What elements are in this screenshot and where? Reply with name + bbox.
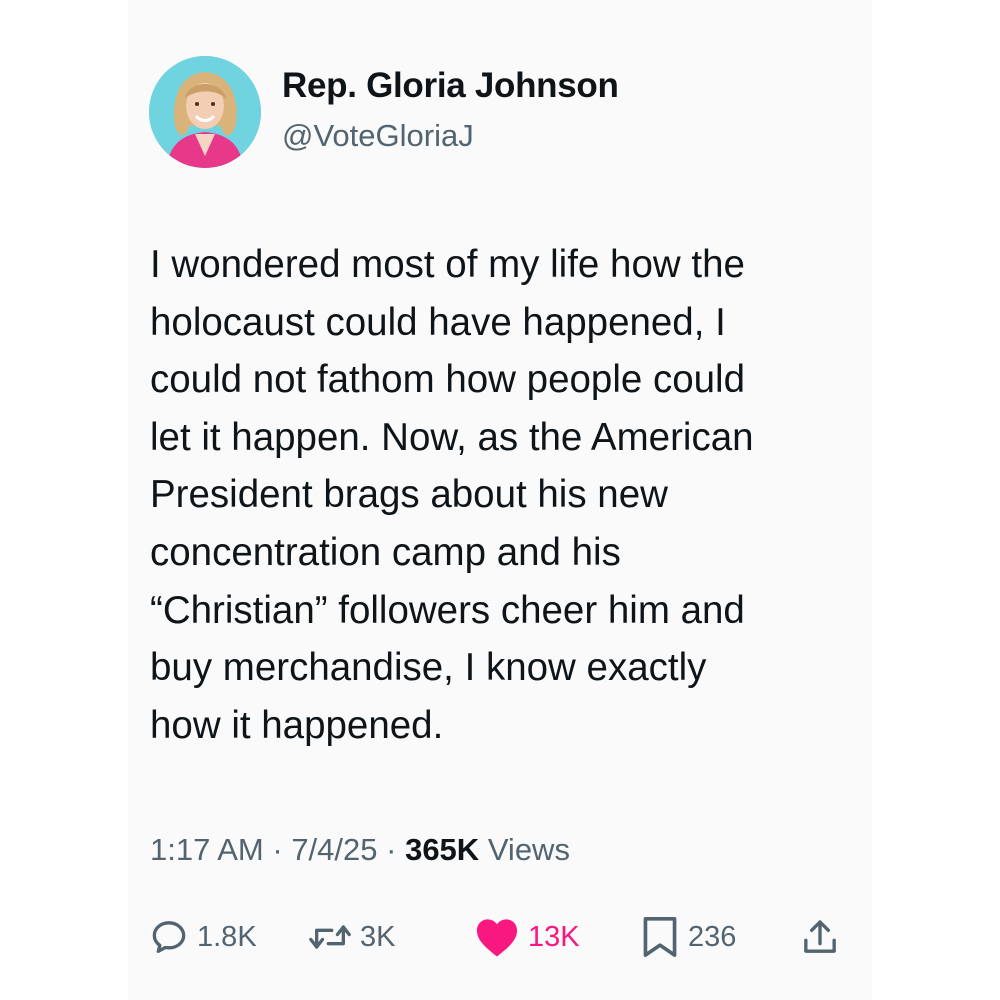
retweet-button[interactable]: 3K [308, 912, 395, 962]
retweet-count: 3K [360, 920, 396, 953]
reply-button[interactable]: 1.8K [149, 912, 257, 962]
meta-separator: · [386, 832, 406, 867]
user-handle[interactable]: @VoteGloriaJ [282, 118, 474, 154]
like-button[interactable]: 13K [474, 912, 580, 962]
views-label: Views [487, 832, 570, 867]
action-bar: 1.8K 3K 13K 236 [0, 912, 1000, 962]
reply-count: 1.8K [197, 920, 257, 953]
tweet-text-line: how it happened. [150, 703, 444, 747]
tweet-text-line: buy merchandise, I know exactly [150, 646, 707, 690]
cropped-header-glyph: ▀ [718, 0, 746, 10]
tweet-date[interactable]: 7/4/25 [291, 832, 377, 867]
tweet-text-line: I wondered most of my life how the [150, 243, 745, 286]
tweet-text-line: President brags about his new [150, 473, 668, 517]
meta-separator: · [272, 832, 292, 867]
share-button[interactable] [800, 912, 840, 962]
bookmark-count: 236 [688, 920, 737, 953]
tweet-text-line: concentration camp and his [150, 530, 621, 574]
display-name[interactable]: Rep. Gloria Johnson [282, 66, 619, 106]
tweet-text-line: could not fathom how people could [150, 358, 746, 402]
tweet-text: I wondered most of my life how the holoc… [150, 236, 870, 754]
avatar[interactable] [149, 56, 261, 168]
reply-icon [152, 921, 186, 953]
tweet-time[interactable]: 1:17 AM [150, 832, 264, 867]
cropped-header-glyph: • [150, 0, 164, 10]
like-count: 13K [528, 920, 580, 953]
avatar-photo [149, 56, 261, 168]
tweet-text-line: holocaust could have happened, I [150, 300, 726, 344]
views-count: 365K [405, 832, 480, 867]
bookmark-button[interactable]: 236 [640, 912, 736, 962]
tweet-meta: 1:17 AM · 7/4/25 · 365K Views [150, 832, 570, 868]
bookmark-icon [643, 916, 677, 957]
share-icon [804, 920, 836, 953]
tweet-text-line: “Christian” followers cheer him and [150, 588, 745, 632]
cropped-header-glyph: ▀▀▀ [468, 0, 553, 10]
screenshot: • ▀▀▀ ▀ Rep. Gloria Johnson @VoteGloriaJ… [0, 0, 1000, 1000]
tweet-text-line: let it happen. Now, as the American [150, 415, 754, 459]
retweet-icon [309, 925, 351, 949]
cropped-header: • ▀▀▀ ▀ [128, 0, 872, 10]
heart-icon [476, 919, 518, 957]
